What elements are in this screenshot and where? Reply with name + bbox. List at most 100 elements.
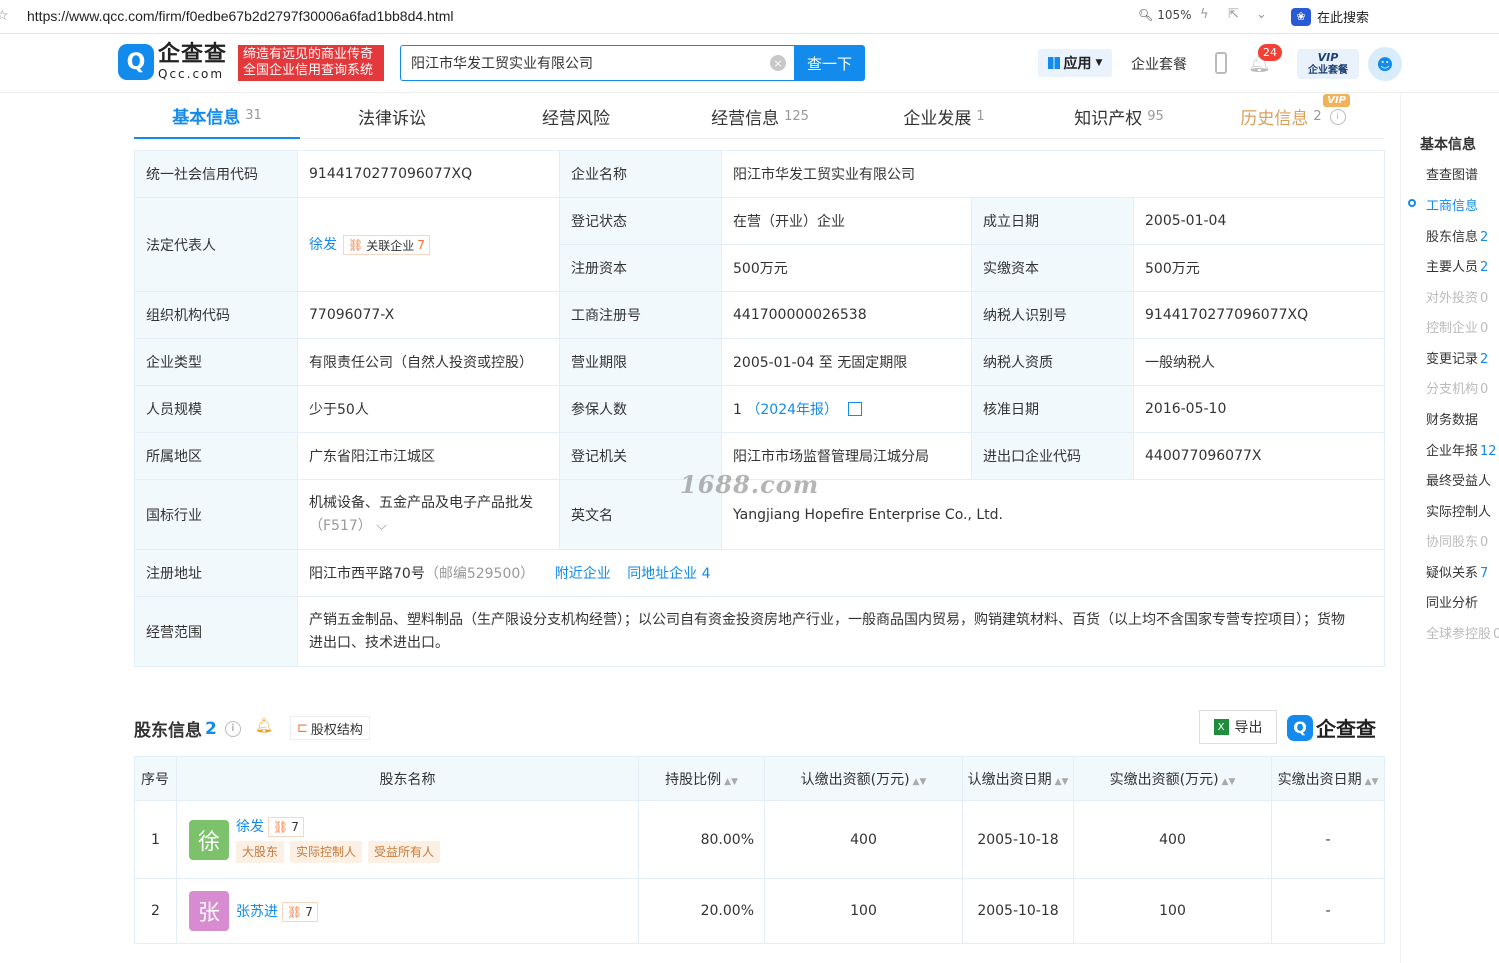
tab-ip[interactable]: 知识产权 95: [1036, 94, 1202, 139]
tab-count: 2: [1313, 109, 1322, 124]
chevron-down-icon[interactable]: ⌄: [1256, 7, 1267, 22]
org-code-value: 77096077-X: [297, 291, 560, 339]
slogan-line2: 全国企业信用查询系统: [243, 63, 374, 78]
rightnav-item[interactable]: 实际控制人: [1426, 501, 1491, 520]
term-value: 2005-01-04 至 无固定期限: [721, 338, 972, 386]
rightnav-item[interactable]: 企业年报 12: [1426, 440, 1497, 459]
rightnav-item[interactable]: 最终受益人: [1426, 470, 1491, 489]
col-header-sortable[interactable]: 实缴出资额(万元) ▲▼: [1073, 756, 1272, 801]
rightnav-item: 协同股东 0: [1426, 535, 1489, 550]
search-button[interactable]: 查一下: [794, 45, 865, 81]
share-icon[interactable]: ⇱: [1228, 7, 1239, 22]
relation-icon: ⛓: [273, 820, 289, 834]
info-key: 核准日期: [971, 385, 1134, 433]
browser-search[interactable]: ❀ 在此搜索: [1291, 7, 1369, 26]
browser-toolbar: ☆ https://www.qcc.com/firm/f0edbe67b2d27…: [0, 0, 1499, 34]
subscribed-value: 400: [764, 800, 963, 879]
tab-risk[interactable]: 经营风险: [484, 94, 668, 139]
bookmark-star-icon[interactable]: ☆: [0, 8, 9, 24]
user-avatar[interactable]: ☻: [1368, 47, 1402, 81]
same-address-link[interactable]: 同地址企业 4: [627, 566, 710, 582]
rightnav-item[interactable]: 同业分析: [1426, 592, 1478, 611]
equity-label: 股权结构: [310, 722, 363, 738]
rightnav-item: 控制企业 0: [1426, 321, 1489, 336]
info-key: 工商注册号: [559, 291, 722, 339]
shareholder-avatar: 徐: [189, 819, 229, 860]
follow-bell-icon[interactable]: 🔔︎: [255, 718, 273, 734]
watermark-1688: 1688.com: [680, 470, 820, 499]
table-row: 2 张 张苏进 ⛓ 7 20.00% 100 2005-10-18 100 -: [134, 878, 1385, 944]
annual-report-link[interactable]: （2024年报）: [746, 402, 838, 418]
rightnav-item[interactable]: 主要人员 2: [1426, 256, 1488, 275]
tab-basic-info[interactable]: 基本信息 31: [134, 94, 300, 139]
related-companies-chip[interactable]: ⛓ 关联企业 7: [343, 235, 430, 255]
equity-structure-button[interactable]: ⊏ 股权结构: [290, 716, 370, 740]
tag-beneficiary: 受益所有人: [368, 841, 441, 863]
zoom-indicator[interactable]: 🔍︎ 105%: [1138, 8, 1192, 22]
company-tabs: 基本信息 31 法律诉讼 经营风险 经营信息 125 企业发展 1 知识产权 95 VI…: [134, 94, 1384, 139]
site-logo[interactable]: Q 企查查 Qcc.com: [118, 44, 227, 80]
info-key: 所属地区: [134, 432, 298, 480]
search-input[interactable]: 阳江市华发工贸实业有限公司 ×: [400, 45, 796, 81]
info-key: 成立日期: [971, 197, 1134, 245]
tab-operation[interactable]: 经营信息 125: [668, 94, 852, 139]
row-no: 1: [134, 800, 177, 879]
chevron-down-icon[interactable]: ⌵: [376, 518, 387, 534]
slogan-line1: 缔造有远见的商业传奇: [243, 47, 374, 62]
info-key: 法定代表人: [134, 197, 298, 292]
export-button[interactable]: X 导出: [1199, 710, 1277, 744]
vip-package-button[interactable]: VIP 企业套餐: [1297, 49, 1359, 79]
info-key: 国标行业: [134, 479, 298, 550]
rightnav-item[interactable]: 股东信息 2: [1426, 226, 1488, 245]
approve-date-value: 2016-05-10: [1133, 385, 1385, 433]
info-icon[interactable]: i: [224, 720, 241, 737]
zoom-level: 105%: [1157, 8, 1192, 22]
shareholders-title: 股东信息 2 i: [134, 716, 241, 741]
info-icon[interactable]: i: [1329, 108, 1346, 125]
mobile-icon[interactable]: [1215, 52, 1227, 74]
info-key: 纳税人资质: [971, 338, 1134, 386]
enterprise-package-link[interactable]: 企业套餐: [1131, 54, 1187, 74]
rightnav-item-active[interactable]: 工商信息: [1426, 195, 1478, 214]
rightnav-item[interactable]: 财务数据: [1426, 409, 1478, 428]
related-count: 7: [417, 238, 425, 252]
chart-icon[interactable]: [848, 402, 863, 416]
logo-en: Qcc.com: [158, 67, 225, 81]
lightning-icon[interactable]: ϟ: [1200, 7, 1209, 22]
shareholder-name-link[interactable]: 徐发: [236, 819, 264, 835]
address-bar[interactable]: https://www.qcc.com/firm/f0edbe67b2d2797…: [27, 8, 454, 24]
rightnav-item[interactable]: 变更记录 2: [1426, 348, 1488, 367]
info-key: 注册地址: [134, 549, 298, 597]
tab-legal[interactable]: 法律诉讼: [300, 94, 484, 139]
rightnav-item[interactable]: 疑似关系 7: [1426, 562, 1488, 581]
legal-rep-link[interactable]: 徐发: [309, 237, 337, 253]
rightnav-item: 全球参控股 0: [1426, 627, 1499, 642]
business-scope-value: 产销五金制品、塑料制品（生产限设分支机构经营）；以公司自有资金投资房地产行业，一…: [297, 596, 1385, 667]
relation-chip[interactable]: ⛓ 7: [268, 817, 304, 837]
ratio-value: 80.00%: [638, 800, 765, 879]
ratio-value: 20.00%: [638, 878, 765, 944]
subscribed-value: 100: [764, 878, 963, 944]
subscribed-date: 2005-10-18: [962, 878, 1074, 944]
rightnav-item[interactable]: 查查图谱: [1426, 164, 1478, 183]
relation-chip[interactable]: ⛓ 7: [282, 901, 318, 922]
tab-development[interactable]: 企业发展 1: [852, 94, 1036, 139]
qcc-watermark-logo: Q 企查查: [1287, 713, 1376, 742]
info-key: 参保人数: [559, 385, 722, 433]
shareholder-avatar: 张: [189, 891, 229, 931]
paid-value: 400: [1073, 800, 1272, 879]
col-header-sortable[interactable]: 实缴出资日期 ▲▼: [1271, 756, 1385, 801]
paid-date: -: [1271, 800, 1385, 879]
col-header-sortable[interactable]: 持股比例 ▲▼: [638, 756, 765, 801]
paid-date: -: [1271, 878, 1385, 944]
staff-size-value: 少于50人: [297, 385, 560, 433]
col-header-sortable[interactable]: 认缴出资额(万元) ▲▼: [764, 756, 963, 801]
col-header-sortable[interactable]: 认缴出资日期 ▲▼: [962, 756, 1074, 801]
shareholder-name-link[interactable]: 张苏进: [236, 904, 278, 920]
clear-icon[interactable]: ×: [770, 55, 786, 71]
apps-dropdown[interactable]: 应用 ▼: [1038, 49, 1112, 77]
tax-qualification-value: 一般纳税人: [1133, 338, 1385, 386]
tab-history[interactable]: VIP 历史信息 2 i: [1202, 94, 1384, 139]
nearby-companies-link[interactable]: 附近企业: [555, 566, 611, 582]
english-name-value: Yangjiang Hopefire Enterprise Co., Ltd.: [721, 479, 1385, 550]
